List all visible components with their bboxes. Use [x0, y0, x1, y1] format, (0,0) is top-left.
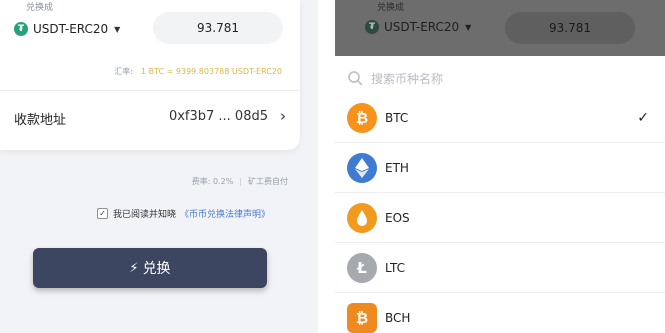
coin-picker-panel: 兑换成 ₮ USDT-ERC20 ▼ 93.781 搜索币种名称 ₿ BTC ✓… [335, 0, 665, 333]
rate-value: 1 BTC = 9399.803788 USDT-ERC20 [140, 67, 282, 76]
coin-symbol: BTC [385, 110, 409, 125]
target-coin-name: USDT-ERC20 [384, 20, 460, 34]
caret-down-icon: ▼ [465, 22, 472, 32]
coin-option-eth[interactable]: ETH [335, 143, 665, 193]
legal-statement-link[interactable]: 《币币兑换法律声明》 [180, 207, 270, 220]
fee-rate: 费率: 0.2% [191, 177, 234, 186]
tether-icon: ₮ [14, 22, 28, 36]
coin-symbol: EOS [385, 210, 410, 225]
caret-down-icon: ▼ [114, 24, 121, 34]
target-coin-name: USDT-ERC20 [33, 22, 109, 36]
exchange-card: 兑换成 ₮ USDT-ERC20 ▼ 93.781 汇率: 1 BTC = 939… [0, 0, 300, 150]
divider: | [239, 177, 242, 186]
fee-info: 费率: 0.2% | 矿工费自付 [192, 176, 288, 187]
coin-symbol: BCH [385, 310, 411, 325]
rate-label: 汇率: [114, 67, 133, 76]
exchange-rate: 汇率: 1 BTC = 9399.803788 USDT-ERC20 [114, 66, 282, 77]
target-coin-select: ₮ USDT-ERC20 ▼ [365, 20, 471, 34]
coin-option-eos[interactable]: EOS [335, 193, 665, 243]
exchange-form-panel: 兑换成 ₮ USDT-ERC20 ▼ 93.781 汇率: 1 BTC = 939… [0, 0, 318, 333]
exchange-to-label: 兑换成 [377, 3, 405, 13]
coin-symbol: ETH [385, 160, 409, 175]
search-placeholder: 搜索币种名称 [371, 71, 444, 86]
fee-note: 矿工费自付 [248, 177, 288, 186]
exchange-button[interactable]: ⚡ 兑换 [33, 248, 267, 288]
eos-icon [347, 202, 377, 233]
search-icon [348, 71, 363, 86]
check-icon: ✓ [637, 109, 649, 126]
agreement-text: 我已阅读并知晓 [113, 210, 177, 220]
lightning-icon: ⚡ [129, 260, 139, 276]
dimmed-header: 兑换成 ₮ USDT-ERC20 ▼ 93.781 [335, 0, 665, 56]
agreement-checkbox[interactable]: ✓ [97, 208, 108, 219]
exchange-to-label: 兑换成 [26, 3, 54, 13]
litecoin-icon: Ł [347, 252, 377, 283]
bitcoin-cash-icon: ₿ [347, 302, 377, 333]
target-coin-select[interactable]: ₮ USDT-ERC20 ▼ [14, 20, 120, 38]
coin-symbol: LTC [385, 260, 406, 275]
coin-option-btc[interactable]: ₿ BTC ✓ [335, 93, 665, 143]
coin-search-input[interactable]: 搜索币种名称 [335, 62, 665, 94]
amount-field: 93.781 [505, 12, 635, 44]
receive-address-label: 收款地址 [14, 113, 67, 128]
agreement-row: ✓ 我已阅读并知晓 《币币兑换法律声明》 [97, 207, 270, 220]
bitcoin-icon: ₿ [347, 102, 377, 133]
coin-option-ltc[interactable]: Ł LTC [335, 243, 665, 293]
ethereum-icon [347, 152, 377, 183]
amount-field[interactable]: 93.781 [153, 12, 283, 44]
coin-option-bch[interactable]: ₿ BCH [335, 293, 665, 333]
tether-icon: ₮ [365, 20, 379, 34]
receive-address-value: 0xf3b7 ... 08d5 [168, 109, 268, 124]
receive-address-row[interactable]: 收款地址 0xf3b7 ... 08d5 › [0, 90, 300, 146]
chevron-right-icon: › [280, 107, 286, 125]
exchange-button-label: 兑换 [142, 261, 171, 277]
